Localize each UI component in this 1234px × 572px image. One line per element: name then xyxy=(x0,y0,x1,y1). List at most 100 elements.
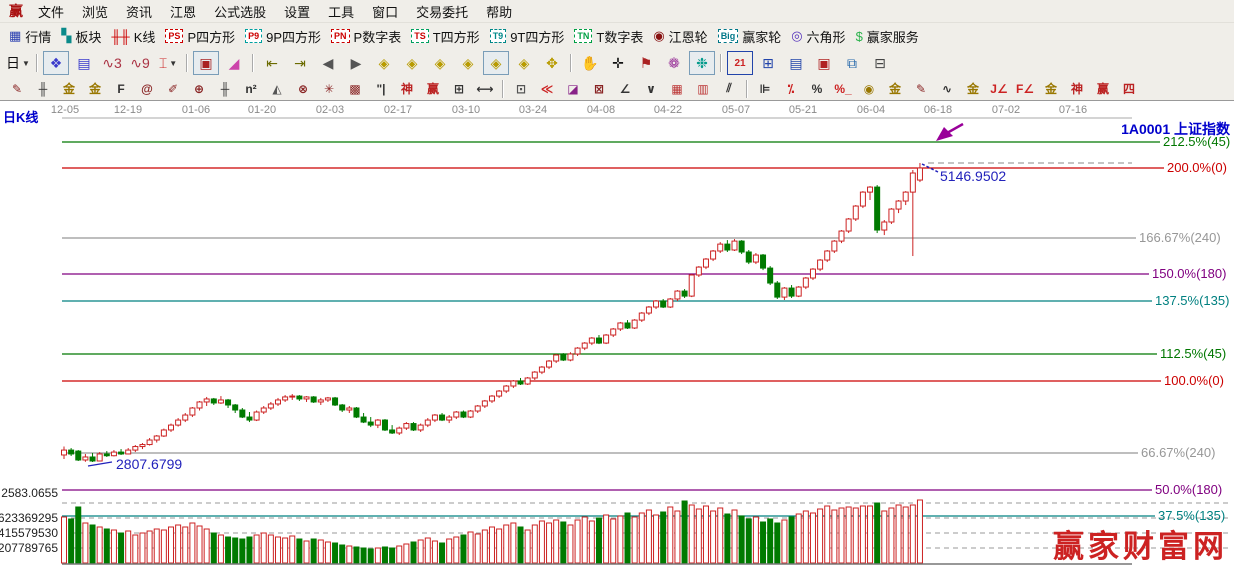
pattern-icon[interactable]: ❉ xyxy=(689,51,715,75)
gold-grid-icon[interactable]: 金 xyxy=(57,78,81,99)
web-icon[interactable]: ❖ xyxy=(43,51,69,75)
shen-grid-icon[interactable]: 神 xyxy=(395,78,419,99)
n2-icon[interactable]: n² xyxy=(239,78,263,99)
ruler123-icon[interactable]: ⊞ xyxy=(447,78,471,99)
toolbar-item-gann-wheel[interactable]: ◉江恩轮 xyxy=(653,27,707,46)
toolbar-item-quotes[interactable]: ▦行情 xyxy=(9,27,51,46)
toolbar-item-hexagon[interactable]: ◎六角形 xyxy=(791,27,845,46)
box-select-icon[interactable]: ⊡ xyxy=(509,78,533,99)
circle-ruler-icon[interactable]: ⊕ xyxy=(187,78,211,99)
menu-6[interactable]: 工具 xyxy=(319,2,363,21)
menu-3[interactable]: 江恩 xyxy=(161,2,205,21)
compass-icon[interactable]: ⊗ xyxy=(291,78,315,99)
hand-icon[interactable]: ✋ xyxy=(577,51,603,75)
fan-grid-icon[interactable]: ⊠ xyxy=(587,78,611,99)
chart3-icon[interactable]: ∿3 xyxy=(99,51,125,75)
web-grid-icon[interactable]: ▩ xyxy=(343,78,367,99)
chart-canvas[interactable]: 12-0512-1901-0601-2002-0302-1703-1003-24… xyxy=(0,101,1234,567)
gold-circle-icon[interactable]: ◉ xyxy=(857,78,881,99)
shift-right-icon[interactable]: ◈ xyxy=(399,51,425,75)
toolbar-item-winner-wheel[interactable]: Big赢家轮 xyxy=(718,27,782,46)
menu-1[interactable]: 浏览 xyxy=(73,2,117,21)
toolbar-item-9t-square[interactable]: T99T四方形 xyxy=(490,27,565,46)
grid-frame-icon[interactable]: ▥ xyxy=(691,78,715,99)
price-ladder-icon[interactable]: ⊫ xyxy=(753,78,777,99)
calculator-icon[interactable]: ⊞ xyxy=(755,51,781,75)
flag-icon[interactable]: ⚑ xyxy=(633,51,659,75)
percent-line-icon[interactable]: %_ xyxy=(831,78,855,99)
date-tick: 07-02 xyxy=(992,104,1020,116)
percent-strike-icon[interactable]: ⁒ xyxy=(779,78,803,99)
menu-9[interactable]: 帮助 xyxy=(477,2,521,21)
gold-underline-icon[interactable]: 金 xyxy=(961,78,985,99)
hatch-icon[interactable]: ╫ xyxy=(31,78,55,99)
calendar-icon[interactable]: 21 xyxy=(727,51,753,75)
crosshair-icon[interactable]: ✛ xyxy=(605,51,631,75)
toolbar-item-t-square[interactable]: TST四方形 xyxy=(411,27,479,46)
menu-7[interactable]: 窗口 xyxy=(363,2,407,21)
gold-lines-icon[interactable]: 金 xyxy=(883,78,907,99)
k-mark-icon[interactable]: ʺ| xyxy=(369,78,393,99)
parallel-icon[interactable]: ⫽ xyxy=(717,78,741,99)
menu-5[interactable]: 设置 xyxy=(275,2,319,21)
brush2-icon[interactable]: ✐ xyxy=(161,78,185,99)
stamp-icon[interactable]: ❁ xyxy=(661,51,687,75)
menu-8[interactable]: 交易委托 xyxy=(407,2,477,21)
fan-lines-icon[interactable]: ≪ xyxy=(535,78,559,99)
f-angle-icon[interactable]: F∠ xyxy=(1013,78,1037,99)
f-ruler-icon[interactable]: F xyxy=(109,78,133,99)
next-bar-icon[interactable]: ▶ xyxy=(343,51,369,75)
brush-icon[interactable]: ✎ xyxy=(5,78,29,99)
date-tick: 06-04 xyxy=(857,104,885,116)
j-angle-icon[interactable]: J∠ xyxy=(987,78,1011,99)
last-bar-icon[interactable]: ⇥ xyxy=(287,51,313,75)
toolbar-item-winner-service[interactable]: $赢家服务 xyxy=(856,27,919,46)
percent-icon[interactable]: % xyxy=(805,78,829,99)
network-icon[interactable]: ⧉ xyxy=(839,51,865,75)
wave-channel-icon[interactable]: ∿ xyxy=(935,78,959,99)
toolbar-item-t-digit-table[interactable]: TNT数字表 xyxy=(574,27,643,46)
trend-angle-icon[interactable]: ∠ xyxy=(613,78,637,99)
print-icon[interactable]: ⊟ xyxy=(867,51,893,75)
save-icon[interactable]: ▣ xyxy=(811,51,837,75)
mirror-icon[interactable]: ◭ xyxy=(265,78,289,99)
star-grid-icon[interactable]: ✳ xyxy=(317,78,341,99)
fit-all-icon[interactable]: ✥ xyxy=(539,51,565,75)
shen-angle-icon[interactable]: 神 xyxy=(1065,78,1089,99)
toolbar-item-9p-square[interactable]: P99P四方形 xyxy=(245,27,321,46)
shift-left-icon[interactable]: ◈ xyxy=(371,51,397,75)
notebook-icon[interactable]: ▤ xyxy=(783,51,809,75)
spiral-icon[interactable]: @ xyxy=(135,78,159,99)
candle-style-dropdown[interactable]: ⌶▼ xyxy=(155,51,181,75)
note-icon[interactable]: ▤ xyxy=(71,51,97,75)
grid-red-icon[interactable]: ▦ xyxy=(665,78,689,99)
gold-grid2-icon[interactable]: 金 xyxy=(83,78,107,99)
four-angle-icon[interactable]: 四 xyxy=(1117,78,1141,99)
menu-4[interactable]: 公式选股 xyxy=(205,2,275,21)
prev-bar-icon[interactable]: ◀ xyxy=(315,51,341,75)
toolbar-item-p-square[interactable]: PSP四方形 xyxy=(165,27,235,46)
win-grid-icon[interactable]: 赢 xyxy=(421,78,445,99)
hatch2-icon[interactable]: ╫ xyxy=(213,78,237,99)
fan-box-icon[interactable]: ◪ xyxy=(561,78,585,99)
chart9-icon[interactable]: ∿9 xyxy=(127,51,153,75)
toolbar-item-kline[interactable]: ╫╫K线 xyxy=(111,27,155,46)
winner-wheel-icon: Big xyxy=(718,29,739,43)
expand-icon[interactable]: ◈ xyxy=(455,51,481,75)
fit-left-icon[interactable]: ◈ xyxy=(511,51,537,75)
toolbar-item-sectors[interactable]: ▚板块 xyxy=(61,27,101,46)
span-icon[interactable]: ⟷ xyxy=(473,78,497,99)
period-day-dropdown[interactable]: 日▼ xyxy=(5,51,31,75)
v-wave-icon[interactable]: ∨ xyxy=(639,78,663,99)
first-bar-icon[interactable]: ⇤ xyxy=(259,51,285,75)
menu-0[interactable]: 文件 xyxy=(29,2,73,21)
gold-angle-icon[interactable]: 金 xyxy=(1039,78,1063,99)
color-kline-icon[interactable]: ◢ xyxy=(221,51,247,75)
pen-ruler-icon[interactable]: ✎ xyxy=(909,78,933,99)
compress-icon[interactable]: ◈ xyxy=(427,51,453,75)
menu-2[interactable]: 资讯 xyxy=(117,2,161,21)
center-icon[interactable]: ◈ xyxy=(483,51,509,75)
toolbar-item-p-digit-table[interactable]: PNP数字表 xyxy=(331,27,401,46)
win-angle-icon[interactable]: 赢 xyxy=(1091,78,1115,99)
gann-box-icon[interactable]: ▣ xyxy=(193,51,219,75)
